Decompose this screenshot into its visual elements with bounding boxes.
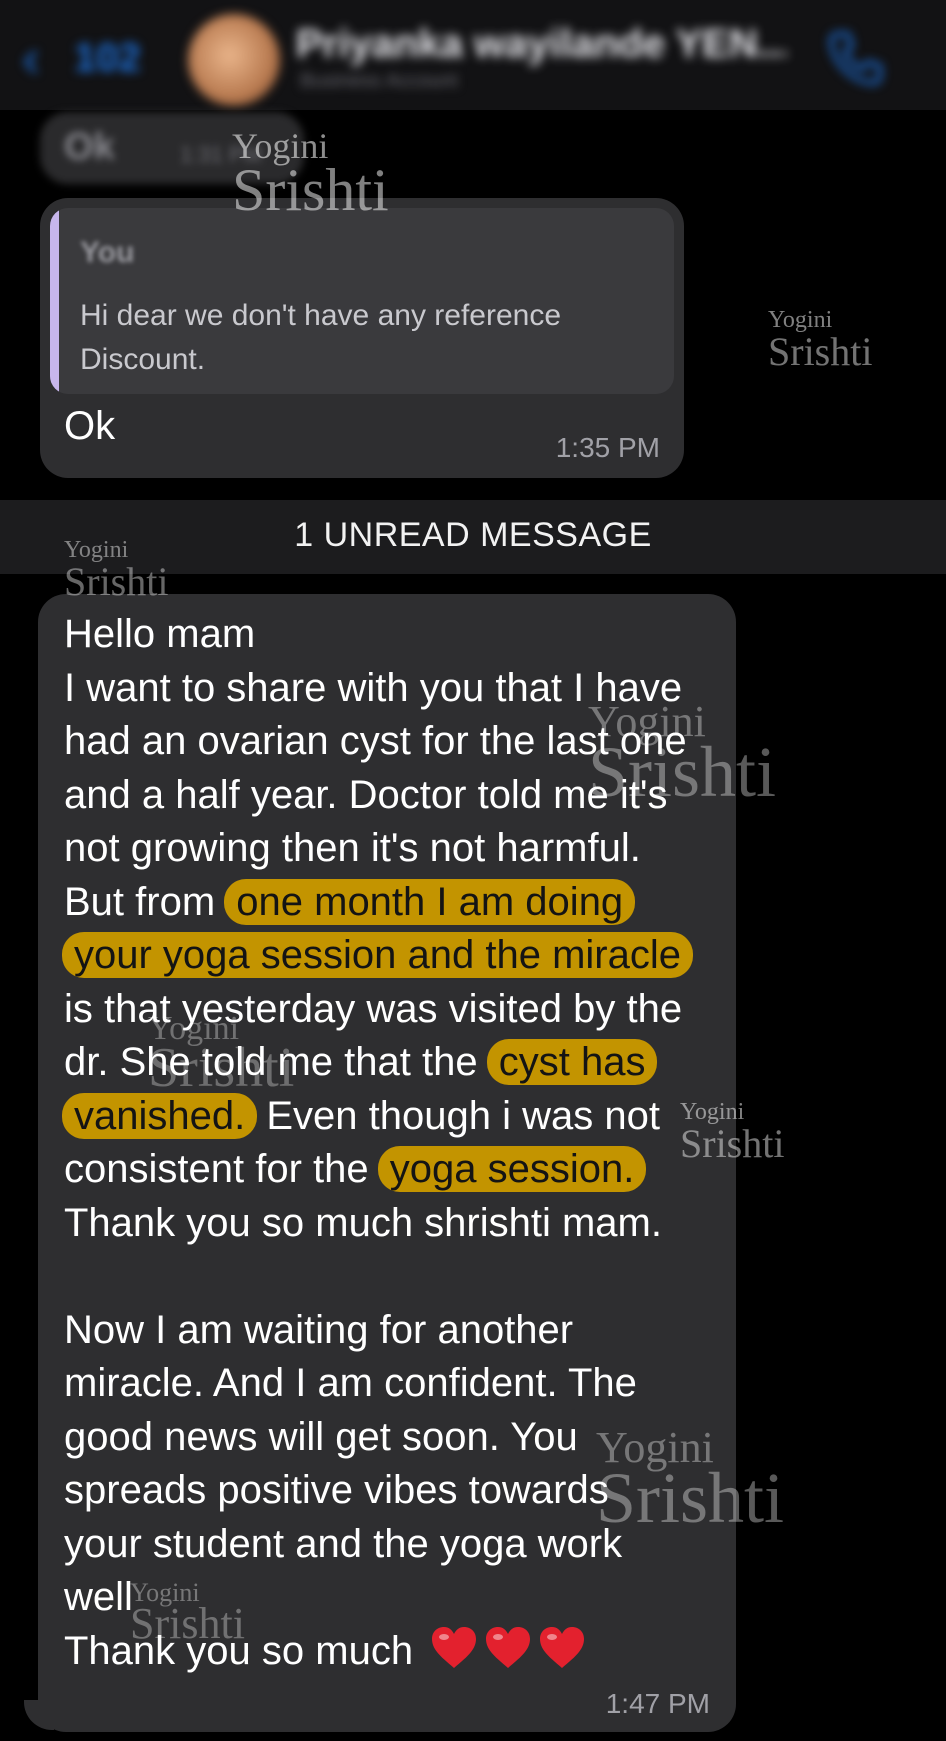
message-line: good news will get soon. You (64, 1411, 724, 1465)
message-text: Thank you so much shrishti mam. (64, 1200, 662, 1245)
message-text: Now I am waiting for another (64, 1307, 574, 1352)
message-line: and a half year. Doctor told me it's (64, 769, 724, 823)
message-text: well (64, 1575, 133, 1619)
message-line: is that yesterday was visited by the (64, 983, 724, 1037)
message-line: Thank you so much (64, 1625, 724, 1679)
message-text: had an ovarian cyst for the last one (64, 719, 687, 763)
watermark: Yogini Srishti (768, 307, 873, 374)
message-line: Hello mam (64, 608, 724, 662)
message-text: spreads positive vibes towards (64, 1468, 609, 1512)
message-text: and a half year. Doctor told me it's (64, 772, 668, 817)
avatar[interactable] (188, 14, 280, 106)
message-line: But from one month I am doing (64, 876, 724, 930)
highlighted-text: yoga session. (377, 1146, 647, 1192)
message-text: not growing then it's not harmful. (64, 826, 641, 870)
message-line: your student and the yoga work (64, 1518, 724, 1572)
message-line: Thank you so much shrishti mam. (64, 1197, 724, 1251)
heart-emoji-icon (486, 1626, 531, 1668)
message-text: But from (64, 879, 227, 924)
message-text: Hello mam (64, 612, 256, 656)
message-line: vanished. Even though i was not (62, 1090, 724, 1144)
heart-emoji-icon (540, 1626, 585, 1668)
message-text: I want to share with you that I have (64, 665, 683, 710)
message-line: well (64, 1571, 724, 1625)
message-text: miracle. And I am confident. The (64, 1361, 637, 1405)
message-line: your yoga session and the miracle (62, 929, 724, 983)
contact-name[interactable]: Priyanka wayilande YEN... (296, 22, 786, 66)
message-text: good news will get soon. You (64, 1414, 578, 1459)
message-line: had an ovarian cyst for the last one (64, 715, 724, 769)
contact-subtitle: Business Account (300, 70, 458, 92)
unread-divider: 1 UNREAD MESSAGE (0, 500, 946, 574)
message-line: Now I am waiting for another (64, 1304, 724, 1358)
chat-header-blurred-content: ‹ 102 Priyanka wayilande YEN... Business… (0, 0, 946, 110)
message-time: 1:35 PM (555, 432, 660, 463)
bubble-tail (24, 1700, 54, 1730)
message-time: 1:31 PM (180, 142, 262, 167)
message-bubble-main[interactable]: Hello mam I want to share with you that I… (38, 594, 736, 1732)
chat-header: ‹ 102 Priyanka wayilande YEN... Business… (0, 0, 946, 110)
message-text: Even though i was not (255, 1093, 660, 1138)
message-text: consistent for the (64, 1147, 380, 1191)
message-text: Ok (64, 126, 115, 168)
quote-text: Hi dear we don't have any reference Disc… (80, 299, 562, 376)
highlighted-text: your yoga session and the miracle (62, 932, 693, 978)
phone-icon[interactable] (822, 26, 886, 90)
message-line: consistent for the yoga session. (64, 1143, 724, 1197)
message-text: is that yesterday was visited by the (64, 986, 683, 1031)
message-line (64, 1250, 724, 1304)
message-text: your student and the yoga work (64, 1521, 623, 1566)
message-time: 1:47 PM (605, 1688, 710, 1719)
quoted-message[interactable]: You Hi dear we don't have any reference … (50, 208, 674, 394)
message-line: not growing then it's not harmful. (64, 822, 724, 876)
message-line: spreads positive vibes towards (64, 1464, 724, 1518)
message-body: Hello mam I want to share with you that I… (62, 608, 724, 1679)
message-text: Ok (64, 404, 116, 448)
message-line: I want to share with you that I have (64, 662, 724, 716)
message-bubble-reply[interactable]: You Hi dear we don't have any reference … (40, 198, 684, 478)
back-count[interactable]: 102 (74, 36, 144, 80)
quote-bar (50, 208, 59, 394)
highlighted-text: one month I am doing (224, 878, 636, 925)
message-text: dr. She told me that the (64, 1040, 489, 1084)
message-line: dr. She told me that the cyst has (64, 1036, 724, 1090)
heart-emoji-icon (432, 1626, 477, 1668)
quote-author: You (80, 236, 135, 269)
highlighted-text: vanished. (62, 1092, 258, 1139)
message-line: miracle. And I am confident. The (64, 1357, 724, 1411)
message-text: Thank you so much (64, 1628, 425, 1673)
message-bubble-blurred[interactable]: Ok 1:31 PM (40, 112, 304, 184)
highlighted-text: cyst has (486, 1039, 658, 1085)
unread-divider-label: 1 UNREAD MESSAGE (294, 516, 652, 554)
chevron-left-icon[interactable]: ‹ (22, 30, 58, 86)
